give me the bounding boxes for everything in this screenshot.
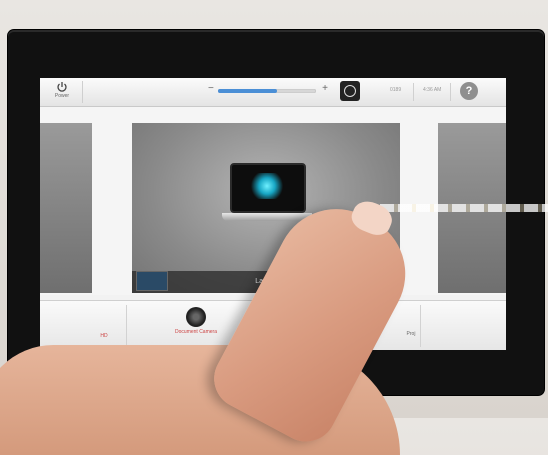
source-item-label: Proj: [406, 331, 416, 337]
laptop-icon: [230, 163, 306, 213]
source-item-label: HD: [100, 333, 108, 339]
help-button[interactable]: ?: [460, 82, 478, 100]
screen-glare: [380, 204, 548, 212]
volume-level-fill: [218, 89, 277, 93]
source-item-label: Document Camera: [175, 329, 217, 335]
source-thumbnail: [136, 271, 168, 291]
divider: [82, 81, 83, 103]
source-item-hd[interactable]: HD: [84, 301, 124, 350]
volume-up-button[interactable]: +: [322, 83, 328, 94]
status-code: 0189: [390, 87, 402, 93]
source-item-document-camera[interactable]: Document Camera: [168, 301, 224, 350]
divider: [420, 305, 421, 347]
source-card-previous[interactable]: [40, 123, 92, 293]
power-label: Power: [54, 93, 70, 99]
divider: [413, 83, 414, 101]
document-camera-icon: [186, 307, 206, 327]
help-icon: ?: [465, 85, 473, 97]
source-item-projector[interactable]: Proj: [396, 301, 426, 350]
volume-track[interactable]: [218, 89, 316, 93]
power-button[interactable]: Power: [46, 80, 78, 104]
mute-button[interactable]: [340, 81, 360, 101]
laptop-base: [222, 213, 312, 221]
volume-down-button[interactable]: −: [208, 83, 214, 94]
clock: 4:36 AM: [423, 87, 442, 93]
volume-slider[interactable]: − +: [208, 83, 328, 97]
divider: [450, 83, 451, 101]
top-bar: Power − + 0189 4:36 AM ?: [40, 78, 506, 107]
divider: [126, 305, 127, 347]
power-icon: [57, 82, 67, 92]
